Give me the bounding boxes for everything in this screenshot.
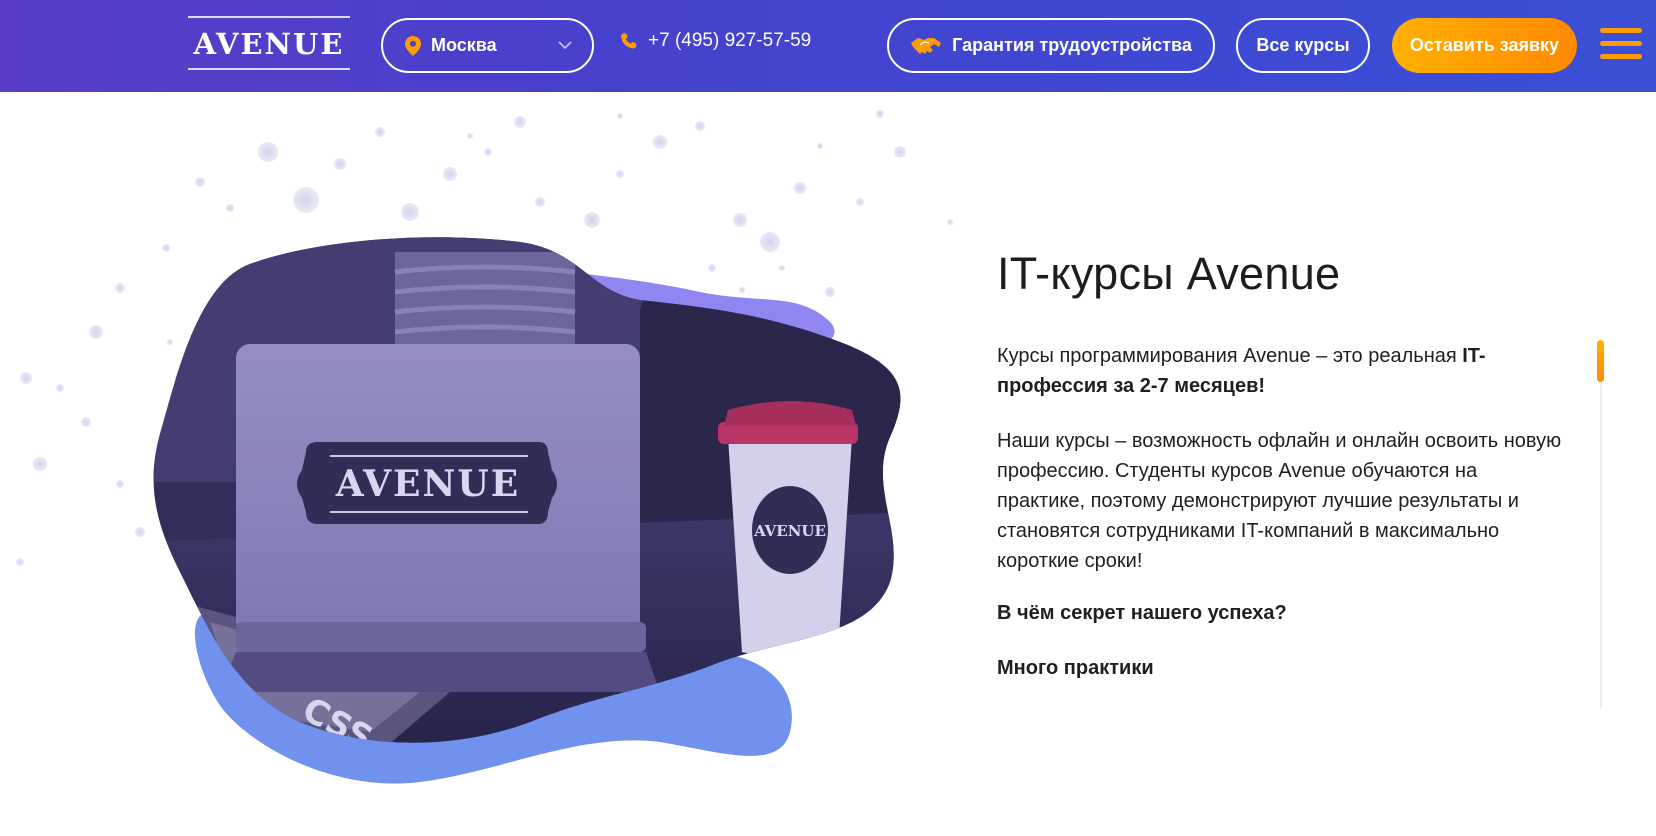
practice-heading: Много практики — [997, 657, 1154, 679]
map-pin-icon — [405, 35, 421, 56]
burger-line — [1600, 41, 1642, 46]
success-question: В чём секрет нашего успеха? — [997, 602, 1287, 624]
employment-guarantee-button[interactable]: Гарантия трудоустройства — [887, 18, 1215, 73]
content-scroll-thumb[interactable] — [1597, 340, 1604, 382]
city-select[interactable]: Москва — [381, 18, 594, 73]
all-courses-button[interactable]: Все курсы — [1236, 18, 1370, 73]
hero-photo: CSS AVENUE AVENUE — [153, 237, 901, 743]
phone-number: +7 (495) 927-57-59 — [648, 30, 812, 51]
logo-text: AVENUE — [193, 27, 345, 61]
city-select-value: Москва — [431, 35, 497, 55]
logo-bottom-rule — [188, 68, 350, 70]
content-scroll-track[interactable] — [1600, 340, 1602, 708]
intro-paragraph: Курсы программирования Avenue – это реал… — [997, 341, 1567, 401]
employment-guarantee-label: Гарантия трудоустройства — [952, 35, 1192, 55]
site-header: AVENUE Москва +7 (495) 927-57-59 Гаранти… — [0, 0, 1656, 92]
leave-request-button[interactable]: Оставить заявку — [1392, 18, 1577, 73]
hero-illustration: CSS AVENUE AVENUE — [16, 110, 953, 784]
handshake-icon — [911, 37, 942, 54]
phone-link[interactable]: +7 (495) 927-57-59 — [620, 30, 811, 52]
description-paragraph: Наши курсы – возможность офлайн и онлайн… — [997, 430, 1562, 572]
phone-icon — [621, 33, 637, 49]
burger-line — [1600, 54, 1642, 59]
burger-line — [1600, 28, 1642, 33]
logo-top-rule — [188, 16, 350, 18]
all-courses-label: Все курсы — [1256, 35, 1350, 55]
intro-text: Курсы программирования Avenue – это реал… — [997, 345, 1463, 367]
avenue-logo[interactable]: AVENUE — [176, 14, 362, 72]
leave-request-label: Оставить заявку — [1409, 35, 1560, 55]
chevron-down-icon — [558, 41, 572, 50]
hamburger-menu-icon[interactable] — [1600, 28, 1642, 60]
page-title: IT-курсы Avenue — [997, 248, 1341, 299]
